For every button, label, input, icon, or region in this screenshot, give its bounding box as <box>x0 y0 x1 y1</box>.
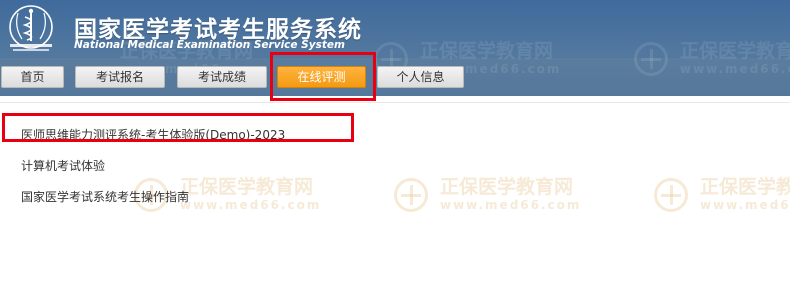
link-annotation-box <box>2 113 354 142</box>
watermark: 正保医学教育网 www.med66.com <box>654 176 790 212</box>
nav-annotation-box <box>270 52 376 101</box>
watermark: 正保医学教育网 www.med66.com <box>134 176 321 212</box>
watermark: 正保医学教育网 www.med66.com <box>394 176 581 212</box>
medical-caduceus-logo <box>9 5 53 51</box>
watermark-logo-icon <box>394 178 428 212</box>
nav-personal-info-button[interactable]: 个人信息 <box>377 66 464 88</box>
system-title-english: National Medical Examination Service Sys… <box>74 39 345 51</box>
nav-registration-button[interactable]: 考试报名 <box>75 66 165 88</box>
nav-scores-button[interactable]: 考试成绩 <box>177 66 267 88</box>
header-banner: 正保医学教育网 www.med66.com 正保医学教育网 www.med66.… <box>0 0 790 96</box>
computer-exam-trial-link[interactable]: 计算机考试体验 <box>21 157 105 174</box>
watermark-logo-icon <box>654 178 688 212</box>
content-divider <box>0 102 790 103</box>
operation-guide-link[interactable]: 国家医学考试系统考生操作指南 <box>21 188 189 205</box>
nav-home-button[interactable]: 首页 <box>1 66 64 88</box>
